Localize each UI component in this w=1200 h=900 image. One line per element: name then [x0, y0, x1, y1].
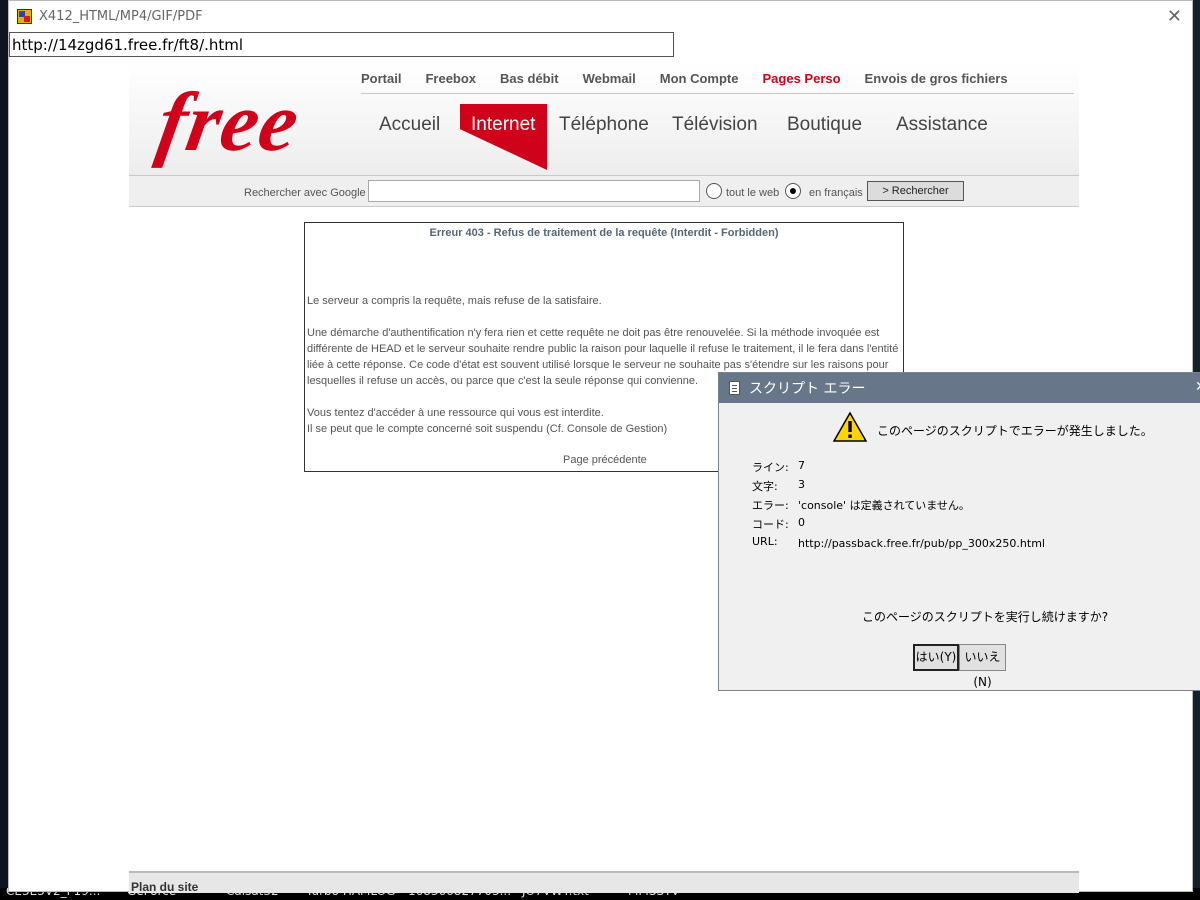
nav-internet[interactable]: Internet: [471, 114, 535, 136]
url-value: http://passback.free.fr/pub/pp_300x250.h…: [798, 537, 1045, 550]
char-label: 文字:: [752, 480, 778, 493]
nav-assistance[interactable]: Assistance: [896, 114, 988, 136]
address-input[interactable]: http://14zgd61.free.fr/ft8/.html: [9, 32, 674, 57]
app-icon: [17, 8, 32, 24]
top-link-pages-perso[interactable]: Pages Perso: [763, 71, 841, 86]
error-text: Le serveur a compris la requête, mais re…: [307, 295, 602, 307]
nav-television[interactable]: Télévision: [672, 114, 758, 136]
radio-web[interactable]: [706, 183, 722, 199]
radio-french[interactable]: [785, 183, 801, 199]
free-logo[interactable]: free: [151, 76, 307, 169]
top-link-portail[interactable]: Portail: [361, 71, 401, 86]
search-label: Rechercher avec Google: [244, 187, 366, 199]
no-button[interactable]: いいえ(N): [959, 644, 1006, 689]
warning-icon: [833, 411, 867, 442]
radio-web-label: tout le web: [726, 187, 780, 199]
top-link-mon-compte[interactable]: Mon Compte: [660, 71, 739, 86]
search-bar: Rechercher avec Google tout le web en fr…: [129, 175, 1079, 207]
search-button[interactable]: > Rechercher: [867, 181, 964, 201]
top-link-gros-fichiers[interactable]: Envois de gros fichiers: [865, 71, 1008, 86]
dialog-close-icon[interactable]: ✕: [1195, 379, 1200, 395]
sitemap-link[interactable]: Plan du site: [131, 880, 198, 894]
code-label: コード:: [752, 518, 789, 531]
yes-button[interactable]: はい(Y): [913, 644, 959, 671]
radio-french-label: en français: [809, 187, 863, 199]
site-footer: Plan du site: [129, 871, 1079, 894]
nav-boutique[interactable]: Boutique: [787, 114, 862, 136]
previous-page-link[interactable]: Page précédente: [563, 454, 647, 466]
url-label: URL:: [752, 535, 778, 548]
dialog-message: このページのスクリプトでエラーが発生しました。: [877, 424, 1153, 438]
script-error-dialog: スクリプト エラー ✕ このページのスクリプトでエラーが発生しました。 ライン:…: [718, 372, 1200, 691]
error-title: Erreur 403 - Refus de traitement de la r…: [429, 227, 779, 239]
top-links: Portail Freebox Bas débit Webmail Mon Co…: [361, 71, 1032, 86]
top-link-freebox[interactable]: Freebox: [425, 71, 476, 86]
code-value: 0: [798, 516, 805, 529]
site-header: free Portail Freebox Bas débit Webmail M…: [129, 63, 1079, 175]
dialog-question: このページのスクリプトを実行し続けますか?: [862, 610, 1109, 624]
window-title: X412_HTML/MP4/GIF/PDF: [39, 8, 203, 24]
divider: [361, 93, 1074, 94]
top-link-bas-debit[interactable]: Bas débit: [500, 71, 559, 86]
top-link-webmail[interactable]: Webmail: [583, 71, 636, 86]
nav-telephone[interactable]: Téléphone: [559, 114, 649, 136]
dialog-title: スクリプト エラー: [749, 381, 866, 397]
document-icon: [729, 381, 740, 395]
char-value: 3: [798, 478, 805, 491]
error-label: エラー:: [752, 499, 789, 512]
dialog-title-bar: スクリプト エラー ✕: [719, 373, 1200, 403]
close-icon[interactable]: ✕: [1167, 6, 1182, 27]
line-value: 7: [798, 459, 805, 472]
error-value: 'console' は定義されていません。: [798, 499, 970, 512]
nav-accueil[interactable]: Accueil: [379, 114, 440, 136]
title-bar: X412_HTML/MP4/GIF/PDF: [9, 1, 1192, 31]
line-label: ライン:: [752, 461, 789, 474]
search-input[interactable]: [368, 180, 700, 202]
